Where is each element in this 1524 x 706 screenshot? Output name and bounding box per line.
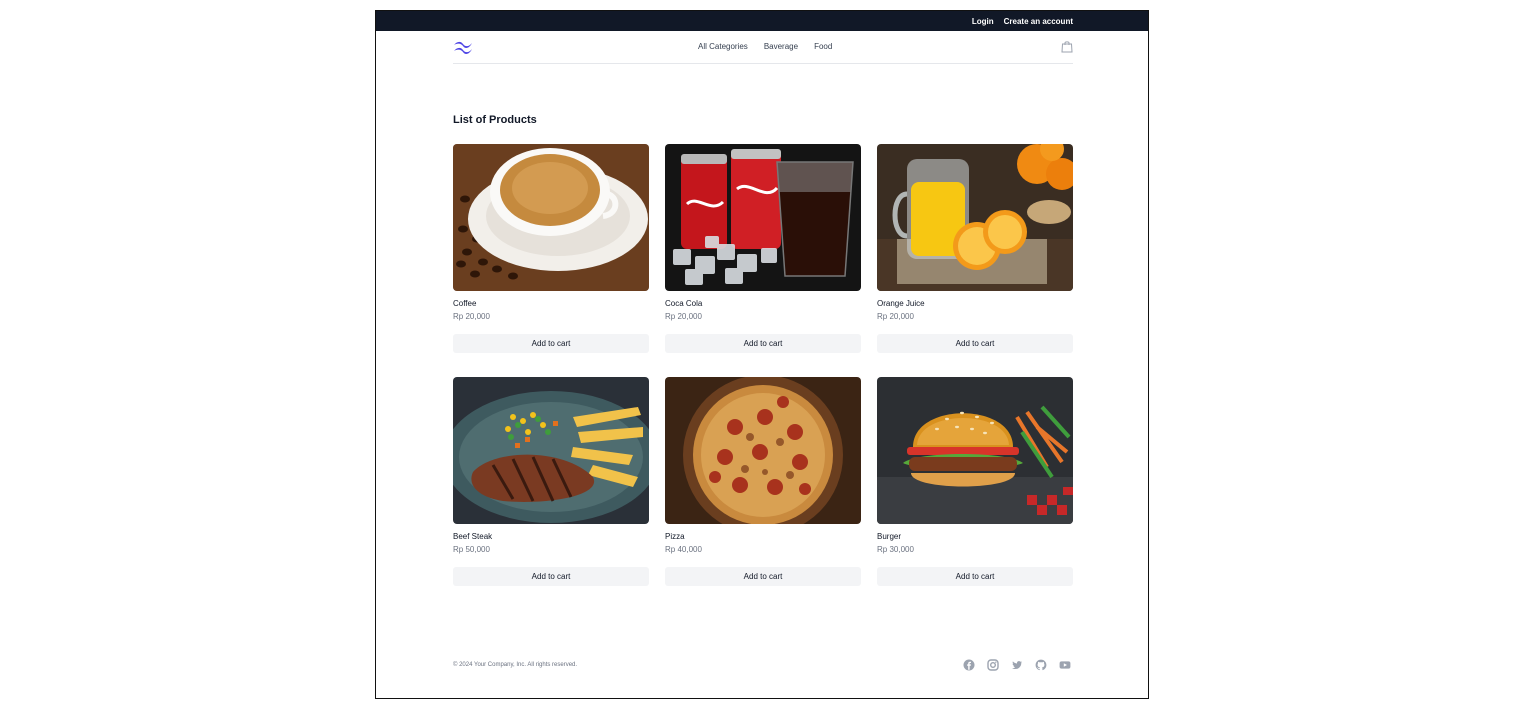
pizza-image[interactable] [665,377,861,524]
product-price: Rp 50,000 [453,545,490,554]
page-frame: Login Create an account All Categories B… [375,10,1149,699]
page-title: List of Products [453,114,537,126]
product-card: Beef Steak Rp 50,000 Add to cart [453,377,649,586]
nav-link-all-categories[interactable]: All Categories [698,42,748,51]
coffee-image[interactable] [453,144,649,291]
login-link[interactable]: Login [972,17,994,26]
add-to-cart-button[interactable]: Add to cart [665,567,861,586]
product-card: Coffee Rp 20,000 Add to cart [453,144,649,353]
product-price: Rp 20,000 [665,312,702,321]
product-name: Burger [877,532,902,541]
product-grid: Coffee Rp 20,000 Add to cart Coca Cola R… [453,144,1074,586]
footer-copyright: © 2024 Your Company, Inc. All rights res… [453,662,578,668]
product-name: Pizza [665,532,685,541]
orange-juice-image[interactable] [877,144,1073,291]
product-name: Beef Steak [453,532,493,541]
logo-icon[interactable] [453,40,473,54]
product-price: Rp 20,000 [453,312,490,321]
create-account-link[interactable]: Create an account [1004,17,1073,26]
burger-image[interactable] [877,377,1073,524]
product-card: Burger Rp 30,000 Add to cart [877,377,1073,586]
product-name: Coca Cola [665,299,703,308]
add-to-cart-button[interactable]: Add to cart [453,334,649,353]
coca-cola-image[interactable] [665,144,861,291]
twitter-icon[interactable] [1011,659,1023,671]
social-links [963,659,1071,671]
github-icon[interactable] [1035,659,1047,671]
shopping-bag-icon[interactable] [1061,40,1073,53]
main-nav: All Categories Baverage Food [453,31,1073,64]
add-to-cart-button[interactable]: Add to cart [453,567,649,586]
product-card: Orange Juice Rp 20,000 Add to cart [877,144,1073,353]
product-price: Rp 40,000 [665,545,702,554]
product-card: Coca Cola Rp 20,000 Add to cart [665,144,861,353]
product-price: Rp 20,000 [877,312,914,321]
beef-steak-image[interactable] [453,377,649,524]
product-card: Pizza Rp 40,000 Add to cart [665,377,861,586]
youtube-icon[interactable] [1059,659,1071,671]
product-name: Coffee [453,299,477,308]
add-to-cart-button[interactable]: Add to cart [877,334,1073,353]
top-bar: Login Create an account [376,11,1148,31]
nav-link-food[interactable]: Food [814,42,832,51]
instagram-icon[interactable] [987,659,999,671]
add-to-cart-button[interactable]: Add to cart [877,567,1073,586]
facebook-icon[interactable] [963,659,975,671]
product-price: Rp 30,000 [877,545,914,554]
nav-link-baverage[interactable]: Baverage [764,42,798,51]
product-name: Orange Juice [877,299,925,308]
add-to-cart-button[interactable]: Add to cart [665,334,861,353]
